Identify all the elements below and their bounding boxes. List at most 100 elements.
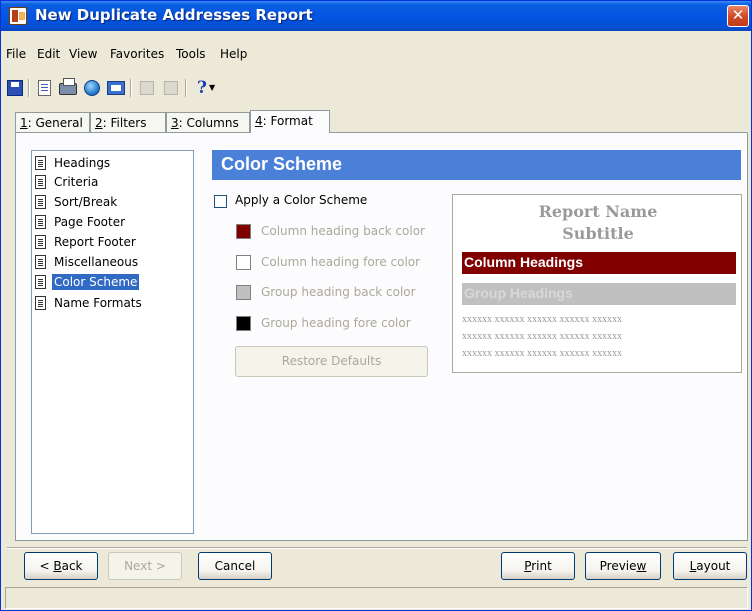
toolbar-separator	[185, 79, 187, 97]
back-prefix: <	[39, 559, 54, 573]
toolbar-separator	[28, 79, 30, 97]
dropdown-arrow-icon: ▼	[209, 83, 216, 92]
tab-columns-key: 3	[171, 116, 179, 130]
export-button[interactable]	[105, 77, 127, 99]
tab-general[interactable]: 1: General	[15, 112, 90, 132]
bottom-separator	[7, 547, 747, 549]
title-bar[interactable]: New Duplicate Addresses Report ✕	[1, 1, 751, 31]
tab-general-key: 1	[20, 116, 28, 130]
tree-item-label: Headings	[54, 156, 111, 170]
toolbar: ? ▼	[1, 77, 751, 101]
preview-detail-line: xxxxxx xxxxxx xxxxxx xxxxxx xxxxxx	[462, 314, 622, 325]
tab-general-label: : General	[27, 116, 83, 130]
menu-file[interactable]: File	[6, 47, 26, 61]
section-title: Color Scheme	[212, 150, 741, 180]
print-button-bottom[interactable]: Print	[501, 552, 575, 580]
menu-help[interactable]: Help	[220, 47, 247, 61]
group-heading-back-swatch	[236, 285, 251, 300]
apply-color-scheme-label[interactable]: Apply a Color Scheme	[235, 193, 367, 207]
color-scheme-preview: Report Name Subtitle Column Headings Gro…	[452, 194, 742, 373]
tree-item-miscellaneous[interactable]: Miscellaneous	[35, 252, 140, 272]
tree-item-page-footer[interactable]: Page Footer	[35, 212, 127, 232]
menu-favorites[interactable]: Favorites	[110, 47, 164, 61]
tree-item-label: Color Scheme	[52, 274, 140, 290]
tree-item-label: Sort/Break	[54, 195, 118, 209]
tab-format-label: : Format	[262, 114, 313, 128]
preview-detail-line: xxxxxx xxxxxx xxxxxx xxxxxx xxxxxx	[462, 348, 622, 359]
tab-filters-label: : Filters	[102, 116, 147, 130]
help-dropdown[interactable]: ▼	[209, 77, 221, 99]
tree-item-sort-break[interactable]: Sort/Break	[35, 192, 119, 212]
report-window: New Duplicate Addresses Report ✕ File Ed…	[0, 0, 752, 611]
tree-item-name-formats[interactable]: Name Formats	[35, 293, 144, 313]
layout-button[interactable]: Layout	[673, 552, 747, 580]
tab-format[interactable]: 4: Format	[250, 110, 330, 133]
preview-detail-line: xxxxxx xxxxxx xxxxxx xxxxxx xxxxxx	[462, 331, 622, 342]
preview-pre: Previe	[599, 559, 637, 573]
preview-group-headings: Group Headings	[462, 283, 736, 305]
column-heading-fore-label: Column heading fore color	[261, 255, 421, 269]
column-heading-back-label: Column heading back color	[261, 224, 425, 238]
tree-item-headings[interactable]: Headings	[35, 153, 112, 173]
menu-bar: File Edit View Favorites Tools Help	[1, 43, 751, 63]
column-heading-back-swatch	[236, 224, 251, 239]
print-preview-icon	[38, 80, 51, 96]
tree-item-label: Name Formats	[54, 296, 142, 310]
tree-item-criteria[interactable]: Criteria	[35, 172, 100, 192]
apply-color-scheme-checkbox[interactable]	[214, 195, 227, 208]
restore-defaults-button: Restore Defaults	[235, 346, 428, 377]
document-icon	[35, 156, 46, 170]
format-panel: Headings Criteria Sort/Break Page Footer…	[15, 132, 748, 541]
document-icon	[35, 175, 46, 189]
document-icon	[35, 296, 46, 310]
group-heading-fore-label: Group heading fore color	[261, 316, 411, 330]
close-button[interactable]: ✕	[727, 5, 749, 27]
print-button[interactable]	[57, 77, 79, 99]
web-button[interactable]	[81, 77, 103, 99]
tab-columns-label: : Columns	[178, 116, 239, 130]
tab-columns[interactable]: 3: Columns	[166, 112, 250, 132]
disabled-button	[136, 77, 158, 99]
menu-view[interactable]: View	[69, 47, 97, 61]
menu-edit[interactable]: Edit	[37, 47, 60, 61]
tree-item-label: Page Footer	[54, 215, 126, 229]
tree-item-report-footer[interactable]: Report Footer	[35, 232, 138, 252]
cancel-button[interactable]: Cancel	[198, 552, 272, 580]
preview-subtitle: Subtitle	[562, 224, 634, 243]
preview-button[interactable]: Preview	[585, 552, 661, 580]
disabled-icon	[140, 81, 154, 95]
menu-tools[interactable]: Tools	[176, 47, 206, 61]
properties-icon	[164, 81, 178, 95]
tree-item-label: Report Footer	[54, 235, 136, 249]
tab-format-key: 4	[255, 114, 263, 128]
back-rest: ack	[61, 559, 83, 573]
next-button: Next >	[108, 552, 182, 580]
back-button[interactable]: < Back	[24, 552, 98, 580]
print-rest: rint	[531, 559, 552, 573]
toolbar-separator	[130, 79, 132, 97]
tree-item-color-scheme[interactable]: Color Scheme	[35, 272, 140, 292]
properties-button	[160, 77, 182, 99]
export-icon	[107, 81, 125, 95]
preview-report-name: Report Name	[538, 202, 658, 221]
print-preview-button[interactable]	[34, 77, 56, 99]
document-icon	[35, 255, 46, 269]
document-icon	[35, 195, 46, 209]
back-mnemonic: B	[53, 559, 62, 573]
document-icon	[35, 275, 46, 289]
preview-mnemonic: w	[636, 559, 647, 573]
app-icon	[9, 7, 27, 25]
tab-filters[interactable]: 2: Filters	[90, 112, 166, 132]
save-icon	[7, 80, 23, 96]
preview-column-headings: Column Headings	[462, 252, 736, 274]
window-title: New Duplicate Addresses Report	[35, 6, 313, 24]
tree-item-label: Miscellaneous	[54, 255, 139, 269]
tree-item-label: Criteria	[54, 175, 99, 189]
group-heading-fore-swatch	[236, 316, 251, 331]
print-icon	[59, 78, 77, 95]
save-button[interactable]	[4, 77, 26, 99]
status-bar	[5, 587, 748, 609]
format-tree[interactable]: Headings Criteria Sort/Break Page Footer…	[31, 150, 194, 534]
document-icon	[35, 235, 46, 249]
layout-rest: ayout	[696, 559, 731, 573]
